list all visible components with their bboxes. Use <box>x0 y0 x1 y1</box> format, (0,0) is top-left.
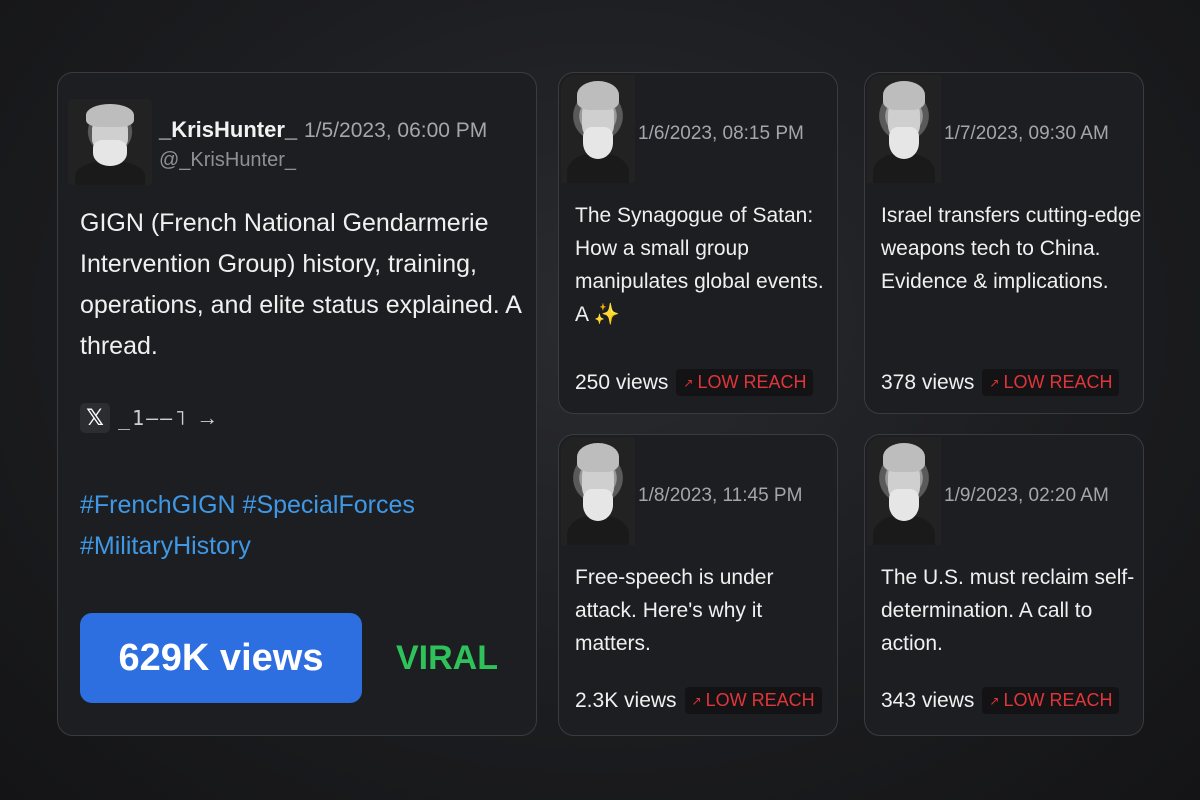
avatar[interactable] <box>68 99 152 185</box>
post-card[interactable]: 1/6/2023, 08:15 PM The Synagogue of Sata… <box>558 72 838 414</box>
main-post-card[interactable]: _KrisHunter_ 1/5/2023, 06:00 PM @_KrisHu… <box>57 72 537 736</box>
post-text: The U.S. must reclaim self-determination… <box>881 566 1135 655</box>
avatar[interactable] <box>867 437 941 545</box>
views-count: 250 views <box>575 370 669 394</box>
views-count-pill: 629K views <box>80 613 362 703</box>
low-reach-badge: ↗ LOW REACH <box>684 687 822 714</box>
post-timestamp: 1/7/2023, 09:30 AM <box>944 123 1109 144</box>
trend-arrow-icon: ↗ <box>989 693 1000 708</box>
avatar[interactable] <box>561 437 635 545</box>
trend-arrow-icon: ↗ <box>683 375 694 390</box>
badge-label: LOW REACH <box>1003 372 1113 392</box>
icon-row: 𝕏 _1––˥ → <box>80 403 218 433</box>
thread-glyphs: _1––˥ <box>118 406 189 430</box>
display-name[interactable]: _KrisHunter_ <box>159 117 297 143</box>
post-text: Free-speech is under attack. Here's why … <box>575 566 774 655</box>
post-text: The Synagogue of Satan: How a small grou… <box>575 204 824 326</box>
post-card[interactable]: 1/8/2023, 11:45 PM Free-speech is under … <box>558 434 838 736</box>
post-text: GIGN (French National Gendarmerie Interv… <box>80 209 521 360</box>
post-timestamp: 1/8/2023, 11:45 PM <box>638 485 803 506</box>
badge-label: LOW REACH <box>705 690 815 710</box>
post-timestamp: 1/6/2023, 08:15 PM <box>638 123 804 144</box>
badge-label: LOW REACH <box>697 372 807 392</box>
avatar[interactable] <box>867 75 941 183</box>
post-text: Israel transfers cutting-edge weapons te… <box>881 204 1142 293</box>
low-reach-badge: ↗ LOW REACH <box>676 369 814 396</box>
post-footer: 2.3K views ↗ LOW REACH <box>575 687 822 714</box>
views-count: 378 views <box>881 370 975 394</box>
trend-arrow-icon: ↗ <box>691 693 702 708</box>
post-timestamp: 1/5/2023, 06:00 PM <box>304 119 488 142</box>
post-timestamp: 1/9/2023, 02:20 AM <box>944 485 1109 506</box>
post-card[interactable]: 1/9/2023, 02:20 AM The U.S. must reclaim… <box>864 434 1144 736</box>
user-handle[interactable]: @_KrisHunter_ <box>159 149 296 172</box>
avatar[interactable] <box>561 75 635 183</box>
badge-label: LOW REACH <box>1003 690 1113 710</box>
post-footer: 250 views ↗ LOW REACH <box>575 369 814 396</box>
hashtags[interactable]: #FrenchGIGN #SpecialForces #MilitaryHist… <box>80 485 520 567</box>
views-count: 2.3K views <box>575 688 677 712</box>
status-badge: VIRAL <box>396 639 498 677</box>
post-footer: 378 views ↗ LOW REACH <box>881 369 1120 396</box>
low-reach-badge: ↗ LOW REACH <box>982 687 1120 714</box>
arrow-right-icon: → <box>196 405 219 430</box>
post-card[interactable]: 1/7/2023, 09:30 AM Israel transfers cutt… <box>864 72 1144 414</box>
views-count: 343 views <box>881 688 975 712</box>
post-footer: 343 views ↗ LOW REACH <box>881 687 1120 714</box>
low-reach-badge: ↗ LOW REACH <box>982 369 1120 396</box>
x-logo-icon: 𝕏 <box>80 403 110 433</box>
trend-arrow-icon: ↗ <box>989 375 1000 390</box>
